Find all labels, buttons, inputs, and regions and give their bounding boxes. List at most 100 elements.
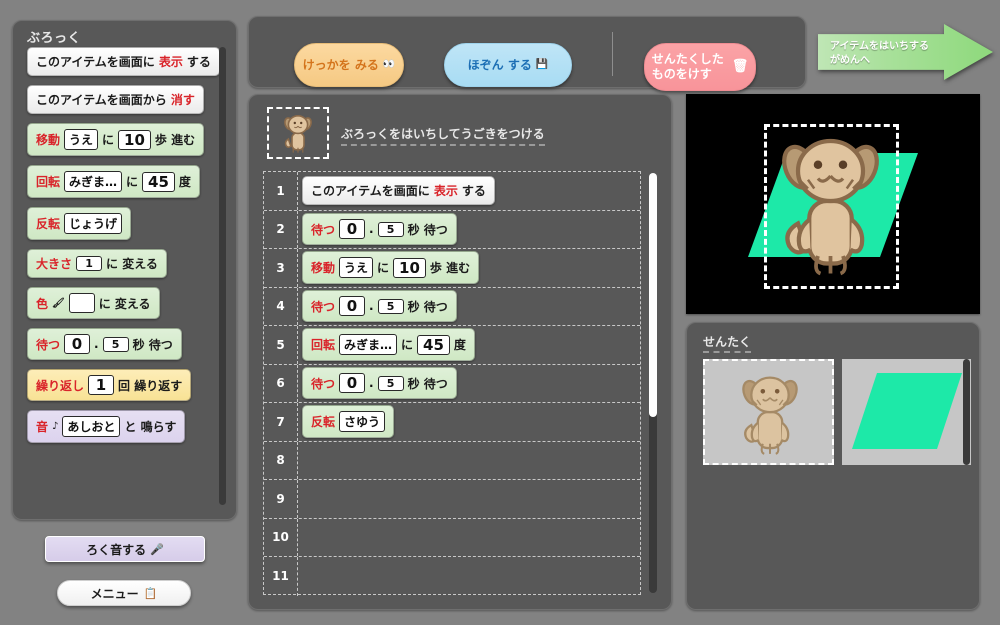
script-scrollbar-track[interactable] (649, 173, 657, 593)
arrow-label-line2: がめんへ (830, 54, 945, 68)
dog-thumbnail[interactable] (703, 359, 834, 465)
block-emphasis: 表示 (159, 53, 183, 70)
script-row-slot[interactable] (298, 480, 640, 518)
script-block-7[interactable]: 反転さゆう (302, 405, 394, 438)
block-keyword: 待つ (311, 375, 335, 392)
script-row-slot[interactable]: 待つ0.5秒 待つ (298, 365, 640, 403)
script-row[interactable]: 4待つ0.5秒 待つ (264, 288, 640, 327)
block-keyword: 移動 (311, 259, 335, 276)
block-number-field[interactable]: 5 (103, 337, 129, 352)
script-row[interactable]: 10 (264, 519, 640, 558)
script-row-slot[interactable]: 待つ0.5秒 待つ (298, 211, 640, 249)
block-select-field[interactable]: さゆう (339, 411, 385, 432)
record-button-label: ろく音する (86, 541, 146, 558)
block-select-field[interactable]: あしおと (62, 416, 120, 437)
block-number-field[interactable]: 0 (339, 373, 365, 393)
script-row[interactable]: 3移動うえに10歩 進む (264, 249, 640, 288)
script-row-slot[interactable] (298, 557, 640, 596)
palette-block-2[interactable]: このアイテムを画面から消す (27, 85, 204, 114)
script-block-1[interactable]: このアイテムを画面に表示する (302, 176, 495, 205)
selection-scrollbar[interactable] (963, 359, 970, 465)
palette-scrollbar[interactable] (219, 47, 226, 505)
block-keyword: 待つ (311, 221, 335, 238)
block-select-field[interactable]: じょうげ (64, 213, 122, 234)
palette-block-1[interactable]: このアイテムを画面に表示する (27, 47, 220, 76)
save-button[interactable]: ほぞん する 💾 (444, 43, 572, 87)
script-row[interactable]: 5回転みぎま…に45度 (264, 326, 640, 365)
script-block-4[interactable]: 待つ0.5秒 待つ (302, 290, 457, 322)
script-row-number: 8 (264, 442, 298, 480)
block-color-swatch[interactable] (69, 293, 95, 313)
block-text: する (462, 182, 486, 199)
block-number-field[interactable]: 0 (339, 219, 365, 239)
block-keyword: 待つ (311, 298, 335, 315)
block-keyword: 音 (36, 418, 48, 435)
script-row-slot[interactable] (298, 519, 640, 557)
palette-block-6[interactable]: 大きさ1に 変える (27, 249, 167, 278)
block-text: 度 (179, 173, 191, 190)
script-row-slot[interactable]: このアイテムを画面に表示する (298, 172, 640, 210)
script-scrollbar-thumb[interactable] (649, 173, 657, 417)
block-text: に (401, 336, 413, 353)
selection-marquee[interactable] (764, 124, 899, 289)
block-number-field[interactable]: 0 (339, 296, 365, 316)
palette-block-4[interactable]: 回転みぎま…に45度 (27, 165, 200, 198)
block-text: する (187, 53, 211, 70)
go-to-layout-screen-button[interactable]: アイテムをはいちする がめんへ (818, 24, 993, 80)
record-sound-button[interactable]: ろく音する 🎤 (45, 536, 205, 562)
run-button[interactable]: けっかを みる 👀 (294, 43, 404, 87)
script-row-slot[interactable]: 回転みぎま…に45度 (298, 326, 640, 364)
save-button-label: ほぞん する (468, 58, 532, 73)
block-number-field[interactable]: 5 (378, 376, 404, 391)
block-text: このアイテムを画面に (311, 182, 430, 199)
app-root: ぶろっく このアイテムを画面に表示するこのアイテムを画面から消す移動うえに10歩… (0, 0, 1000, 625)
parallelogram-thumbnail[interactable] (842, 359, 971, 465)
script-row[interactable]: 9 (264, 480, 640, 519)
block-number-field[interactable]: 10 (393, 258, 426, 278)
block-number-field[interactable]: 1 (76, 256, 102, 271)
palette-block-7[interactable]: 色🖌に 変える (27, 287, 160, 319)
block-number-field[interactable]: 1 (88, 375, 114, 395)
block-select-field[interactable]: みぎま… (64, 171, 122, 192)
block-number-field[interactable]: 10 (118, 130, 151, 150)
block-select-field[interactable]: みぎま… (339, 334, 397, 355)
script-block-2[interactable]: 待つ0.5秒 待つ (302, 213, 457, 245)
script-row[interactable]: 1このアイテムを画面に表示する (264, 172, 640, 211)
block-number-field[interactable]: 5 (378, 299, 404, 314)
block-number-field[interactable]: 45 (142, 172, 175, 192)
toolbar-divider (612, 32, 613, 76)
block-number-field[interactable]: 45 (417, 335, 450, 355)
block-number-field[interactable]: 0 (64, 334, 90, 354)
dog-icon (727, 369, 813, 461)
current-sprite-thumbnail[interactable] (267, 107, 329, 159)
script-row[interactable]: 8 (264, 442, 640, 481)
script-block-6[interactable]: 待つ0.5秒 待つ (302, 367, 457, 399)
toolbar-panel: けっかを みる 👀 ほぞん する 💾 せんたくした ものをけす 🗑 (248, 16, 806, 88)
block-icon: ♪ (52, 421, 58, 432)
script-row-slot[interactable]: 移動うえに10歩 進む (298, 249, 640, 287)
block-text: 秒 待つ (408, 221, 448, 238)
script-row[interactable]: 6待つ0.5秒 待つ (264, 365, 640, 404)
script-row[interactable]: 2待つ0.5秒 待つ (264, 211, 640, 250)
script-row-number: 4 (264, 288, 298, 326)
block-number-field[interactable]: 5 (378, 222, 404, 237)
block-icon: 🖌 (52, 298, 65, 309)
palette-block-9[interactable]: 繰り返し1回 繰り返す (27, 369, 191, 401)
stage-preview[interactable] (686, 94, 980, 314)
palette-block-10[interactable]: 音♪あしおとと 鳴らす (27, 410, 185, 443)
script-row-slot[interactable]: 待つ0.5秒 待つ (298, 288, 640, 326)
block-select-field[interactable]: うえ (339, 257, 373, 278)
script-row[interactable]: 11 (264, 557, 640, 596)
script-block-3[interactable]: 移動うえに10歩 進む (302, 251, 479, 284)
delete-selected-button[interactable]: せんたくした ものをけす 🗑 (644, 43, 756, 91)
script-block-5[interactable]: 回転みぎま…に45度 (302, 328, 475, 361)
menu-button[interactable]: メニュー 📋 (57, 580, 191, 606)
palette-block-3[interactable]: 移動うえに10歩 進む (27, 123, 204, 156)
palette-block-8[interactable]: 待つ0.5秒 待つ (27, 328, 182, 360)
palette-block-5[interactable]: 反転じょうげ (27, 207, 131, 240)
script-row[interactable]: 7反転さゆう (264, 403, 640, 442)
script-row-slot[interactable] (298, 442, 640, 480)
block-select-field[interactable]: うえ (64, 129, 98, 150)
script-row-slot[interactable]: 反転さゆう (298, 403, 640, 441)
trash-icon: 🗑 (732, 59, 749, 75)
